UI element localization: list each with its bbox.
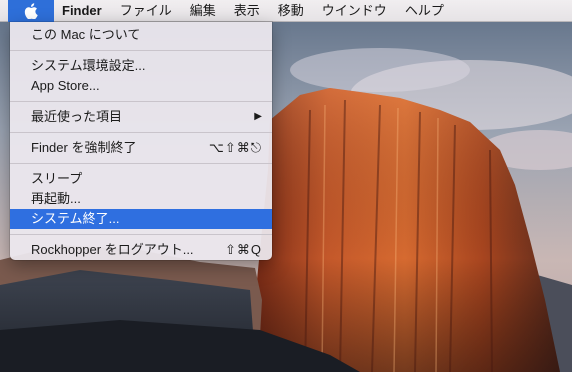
apple-icon: [24, 2, 38, 19]
menu-separator: [10, 234, 272, 235]
menu-item-label: 最近使った項目: [31, 109, 123, 124]
menubar-item-help[interactable]: ヘルプ: [396, 0, 453, 22]
menubar-item-file[interactable]: ファイル: [111, 0, 181, 22]
menu-separator: [10, 50, 272, 51]
menu-item-label: Finder を強制終了: [31, 140, 137, 155]
menu-separator: [10, 163, 272, 164]
submenu-arrow-icon: ▶: [254, 111, 262, 122]
menu-item-label: システム環境設定...: [31, 58, 146, 73]
menu-item-label: 再起動...: [31, 191, 81, 206]
menu-item-label: スリープ: [31, 171, 83, 186]
menu-item-restart[interactable]: 再起動...: [10, 189, 272, 209]
menubar-item-window[interactable]: ウインドウ: [313, 0, 396, 22]
keyboard-shortcut: ⇧⌘Q: [224, 242, 262, 257]
desktop: Finder ファイル 編集 表示 移動 ウインドウ ヘルプ この Mac につ…: [0, 0, 572, 372]
menu-item-recent-items[interactable]: 最近使った項目 ▶: [10, 107, 272, 127]
menu-item-system-preferences[interactable]: システム環境設定...: [10, 56, 272, 76]
menubar-item-view[interactable]: 表示: [225, 0, 269, 22]
menubar-item-edit[interactable]: 編集: [181, 0, 225, 22]
menu-item-sleep[interactable]: スリープ: [10, 169, 272, 189]
menu-item-shut-down[interactable]: システム終了...: [10, 209, 272, 229]
keyboard-shortcut: ⌥⇧⌘⎋: [208, 140, 262, 155]
apple-menu-dropdown: この Mac について システム環境設定... App Store... 最近使…: [10, 22, 272, 260]
menu-item-label: システム終了...: [31, 211, 120, 226]
menu-item-label: Rockhopper をログアウト...: [31, 242, 194, 257]
menu-separator: [10, 132, 272, 133]
menu-item-force-quit[interactable]: Finder を強制終了 ⌥⇧⌘⎋: [10, 138, 272, 158]
menubar-app-finder[interactable]: Finder: [62, 0, 111, 22]
menu-item-about-this-mac[interactable]: この Mac について: [10, 25, 272, 45]
menu-separator: [10, 101, 272, 102]
menu-item-app-store[interactable]: App Store...: [10, 76, 272, 96]
menubar-item-go[interactable]: 移動: [269, 0, 313, 22]
menu-item-label: この Mac について: [31, 27, 141, 42]
apple-menu-button[interactable]: [8, 0, 54, 22]
menu-item-label: App Store...: [31, 78, 100, 93]
menu-item-log-out[interactable]: Rockhopper をログアウト... ⇧⌘Q: [10, 240, 272, 260]
menu-bar: Finder ファイル 編集 表示 移動 ウインドウ ヘルプ: [0, 0, 572, 22]
